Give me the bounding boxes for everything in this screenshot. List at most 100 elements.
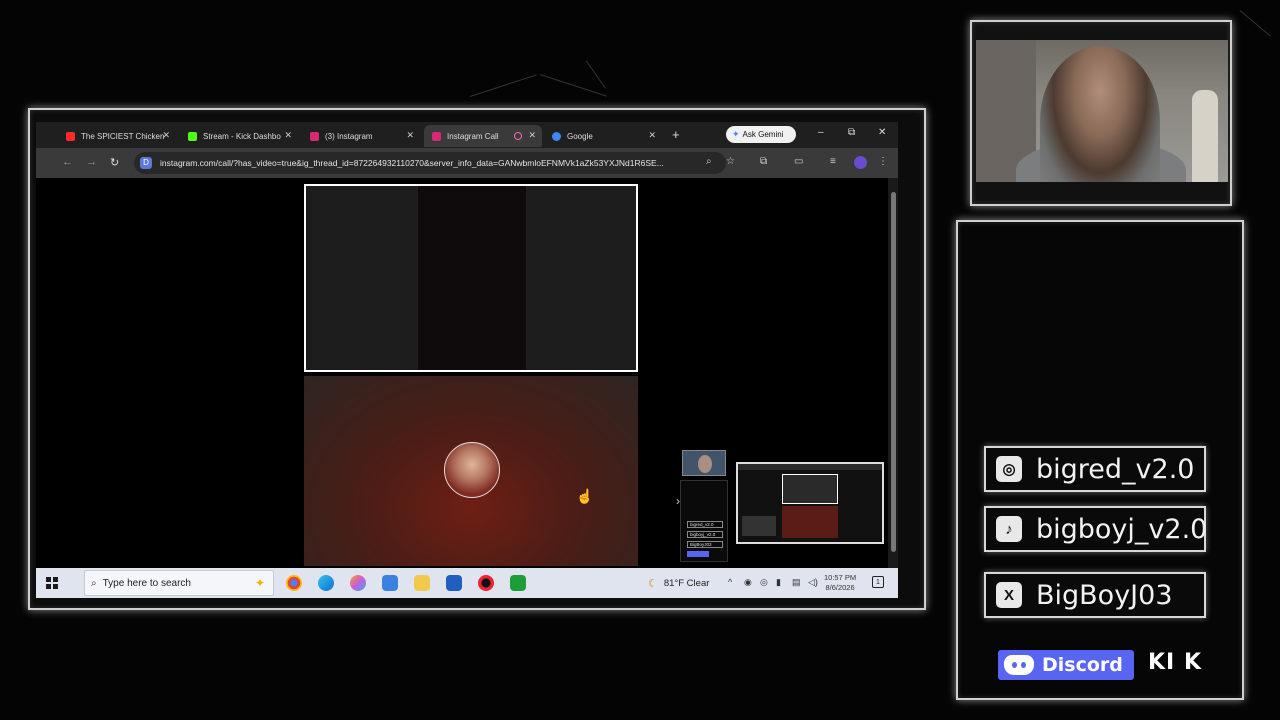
windows-taskbar: ⌕ Type here to search ✦ ☾ 81°F Clear ^ ◉… [36, 568, 898, 598]
tab-instagram-call[interactable]: Instagram Call ✕ [424, 125, 542, 147]
tab-label: Google [567, 131, 593, 141]
address-bar[interactable]: D instagram.com/call/?has_video=true&ig_… [134, 152, 726, 174]
discord-label: Discord [1042, 654, 1123, 676]
taskbar-clock[interactable]: 10:57 PM 8/6/2026 [824, 573, 856, 593]
preview-video-top [782, 474, 838, 504]
copilot-sparkle-icon[interactable]: ✦ [255, 576, 265, 590]
discord-icon [1004, 655, 1034, 675]
chrome-icon[interactable] [286, 575, 302, 591]
weather-widget[interactable]: ☾ 81°F Clear [648, 577, 709, 590]
hex-line [469, 74, 537, 97]
instagram-handle: bigred_v2.0 [1036, 453, 1195, 485]
menu-icon[interactable]: ⋮ [878, 156, 888, 167]
hex-line [585, 60, 606, 89]
preview-social-item: BigBoyJ03 [687, 541, 723, 548]
kick-logo-text: KI [1148, 650, 1176, 675]
volume-icon[interactable]: ◁) [808, 577, 818, 588]
close-tab-icon[interactable]: ✕ [528, 130, 536, 141]
gemini-label: Ask Gemini [742, 130, 784, 139]
chevron-up-icon[interactable]: ^ [728, 577, 732, 587]
preview-social-item: bigred_v2.0 [687, 521, 723, 528]
tray-app-icon[interactable]: ◉ [744, 577, 752, 588]
x-social: X BigBoyJ03 [984, 572, 1206, 618]
instagram-icon [432, 131, 441, 141]
preview-tabbar [738, 464, 882, 470]
instagram-icon [310, 131, 319, 141]
moon-icon: ☾ [648, 578, 658, 590]
recording-icon [514, 132, 522, 140]
scrollbar[interactable] [888, 178, 898, 568]
video-feed [418, 186, 526, 370]
x-handle: BigBoyJ03 [1036, 579, 1173, 611]
new-tab-button[interactable]: + [672, 127, 680, 142]
tray-app-icon[interactable]: ◎ [760, 577, 768, 588]
tab-label: Stream - Kick Dashbo [203, 131, 281, 141]
tab-youtube[interactable]: The SPICIEST Chicken ✕ [58, 125, 176, 147]
discord-badge: Discord [998, 650, 1134, 680]
tab-google[interactable]: Google ✕ [544, 125, 662, 147]
profile-avatar[interactable] [854, 156, 867, 169]
webcam-door [1192, 90, 1218, 182]
close-window-button[interactable]: ✕ [878, 127, 886, 138]
local-video-tile[interactable]: ☝ [304, 376, 638, 566]
store-icon[interactable] [446, 575, 462, 591]
windows-start-icon[interactable] [46, 577, 58, 589]
clock-date: 8/6/2026 [825, 583, 855, 592]
media-icon[interactable]: ≡ [830, 156, 836, 167]
tiktok-icon: ♪ [996, 516, 1022, 542]
search-placeholder: Type here to search [102, 577, 191, 589]
weather-text: 81°F Clear [663, 578, 710, 589]
close-tab-icon[interactable]: ✕ [406, 130, 414, 141]
taskbar-search-input[interactable]: ⌕ Type here to search ✦ [84, 570, 274, 596]
kick-icon [188, 131, 197, 141]
minimize-button[interactable]: – [818, 127, 824, 138]
microphone-icon[interactable]: ▮ [776, 577, 781, 588]
preview-discord-badge [687, 551, 709, 557]
preview-panel [742, 516, 776, 536]
site-info-icon[interactable]: D [140, 157, 152, 169]
google-icon [552, 131, 561, 141]
reload-icon[interactable]: ↻ [110, 156, 119, 169]
scrollbar-thumb[interactable] [891, 192, 896, 552]
close-tab-icon[interactable]: ✕ [162, 130, 170, 141]
preview-social-item: bigboyj_v2.0 [687, 531, 723, 538]
youtube-icon [66, 131, 75, 141]
tab-kick[interactable]: Stream - Kick Dashbo ✕ [180, 125, 298, 147]
instagram-call-view: ☝ › bigred_v2.0 bigboyj_v2.0 BigBoyJ03 [36, 178, 898, 568]
copilot-icon[interactable] [350, 575, 366, 591]
remote-video-tile[interactable] [304, 184, 638, 372]
mail-icon[interactable] [382, 575, 398, 591]
preview-face [698, 455, 712, 473]
gemini-icon: ✦ [732, 129, 740, 139]
notifications-icon[interactable]: 1 [872, 576, 884, 588]
xbox-icon[interactable] [510, 575, 526, 591]
ask-gemini-button[interactable]: ✦ Ask Gemini [726, 126, 796, 143]
tiktok-social: ♪ bigboyj_v2.0 [984, 506, 1208, 552]
close-tab-icon[interactable]: ✕ [648, 130, 656, 141]
zoom-icon[interactable]: ⌕ [706, 156, 712, 167]
preview-screen-thumbnail [736, 462, 884, 544]
instagram-social: ◎ bigred_v2.0 [984, 446, 1206, 492]
search-icon: ⌕ [91, 577, 97, 589]
forward-icon[interactable]: → [86, 156, 97, 168]
hand-cursor-icon: ☝ [576, 488, 594, 504]
network-icon[interactable]: ▤ [792, 577, 801, 588]
close-tab-icon[interactable]: ✕ [284, 130, 292, 141]
preview-socials-panel: bigred_v2.0 bigboyj_v2.0 BigBoyJ03 [680, 480, 728, 562]
restore-button[interactable]: ⧉ [848, 127, 855, 138]
file-explorer-icon[interactable] [414, 575, 430, 591]
extensions-icon[interactable]: ⧉ [760, 156, 767, 167]
hex-line [1239, 10, 1271, 37]
tab-label: (3) Instagram [325, 131, 373, 141]
url-text[interactable]: instagram.com/call/?has_video=true&ig_th… [160, 158, 700, 168]
obs-icon[interactable] [478, 575, 494, 591]
tab-bar: The SPICIEST Chicken ✕ Stream - Kick Das… [36, 122, 898, 148]
bookmark-star-icon[interactable]: ☆ [726, 156, 735, 167]
edge-icon[interactable] [318, 575, 334, 591]
instagram-icon: ◎ [996, 456, 1022, 482]
cast-icon[interactable]: ▭ [794, 156, 803, 167]
tab-instagram[interactable]: (3) Instagram ✕ [302, 125, 420, 147]
tab-label: The SPICIEST Chicken [81, 131, 165, 141]
tiktok-handle: bigboyj_v2.0 [1036, 513, 1208, 545]
back-icon[interactable]: ← [62, 156, 73, 168]
